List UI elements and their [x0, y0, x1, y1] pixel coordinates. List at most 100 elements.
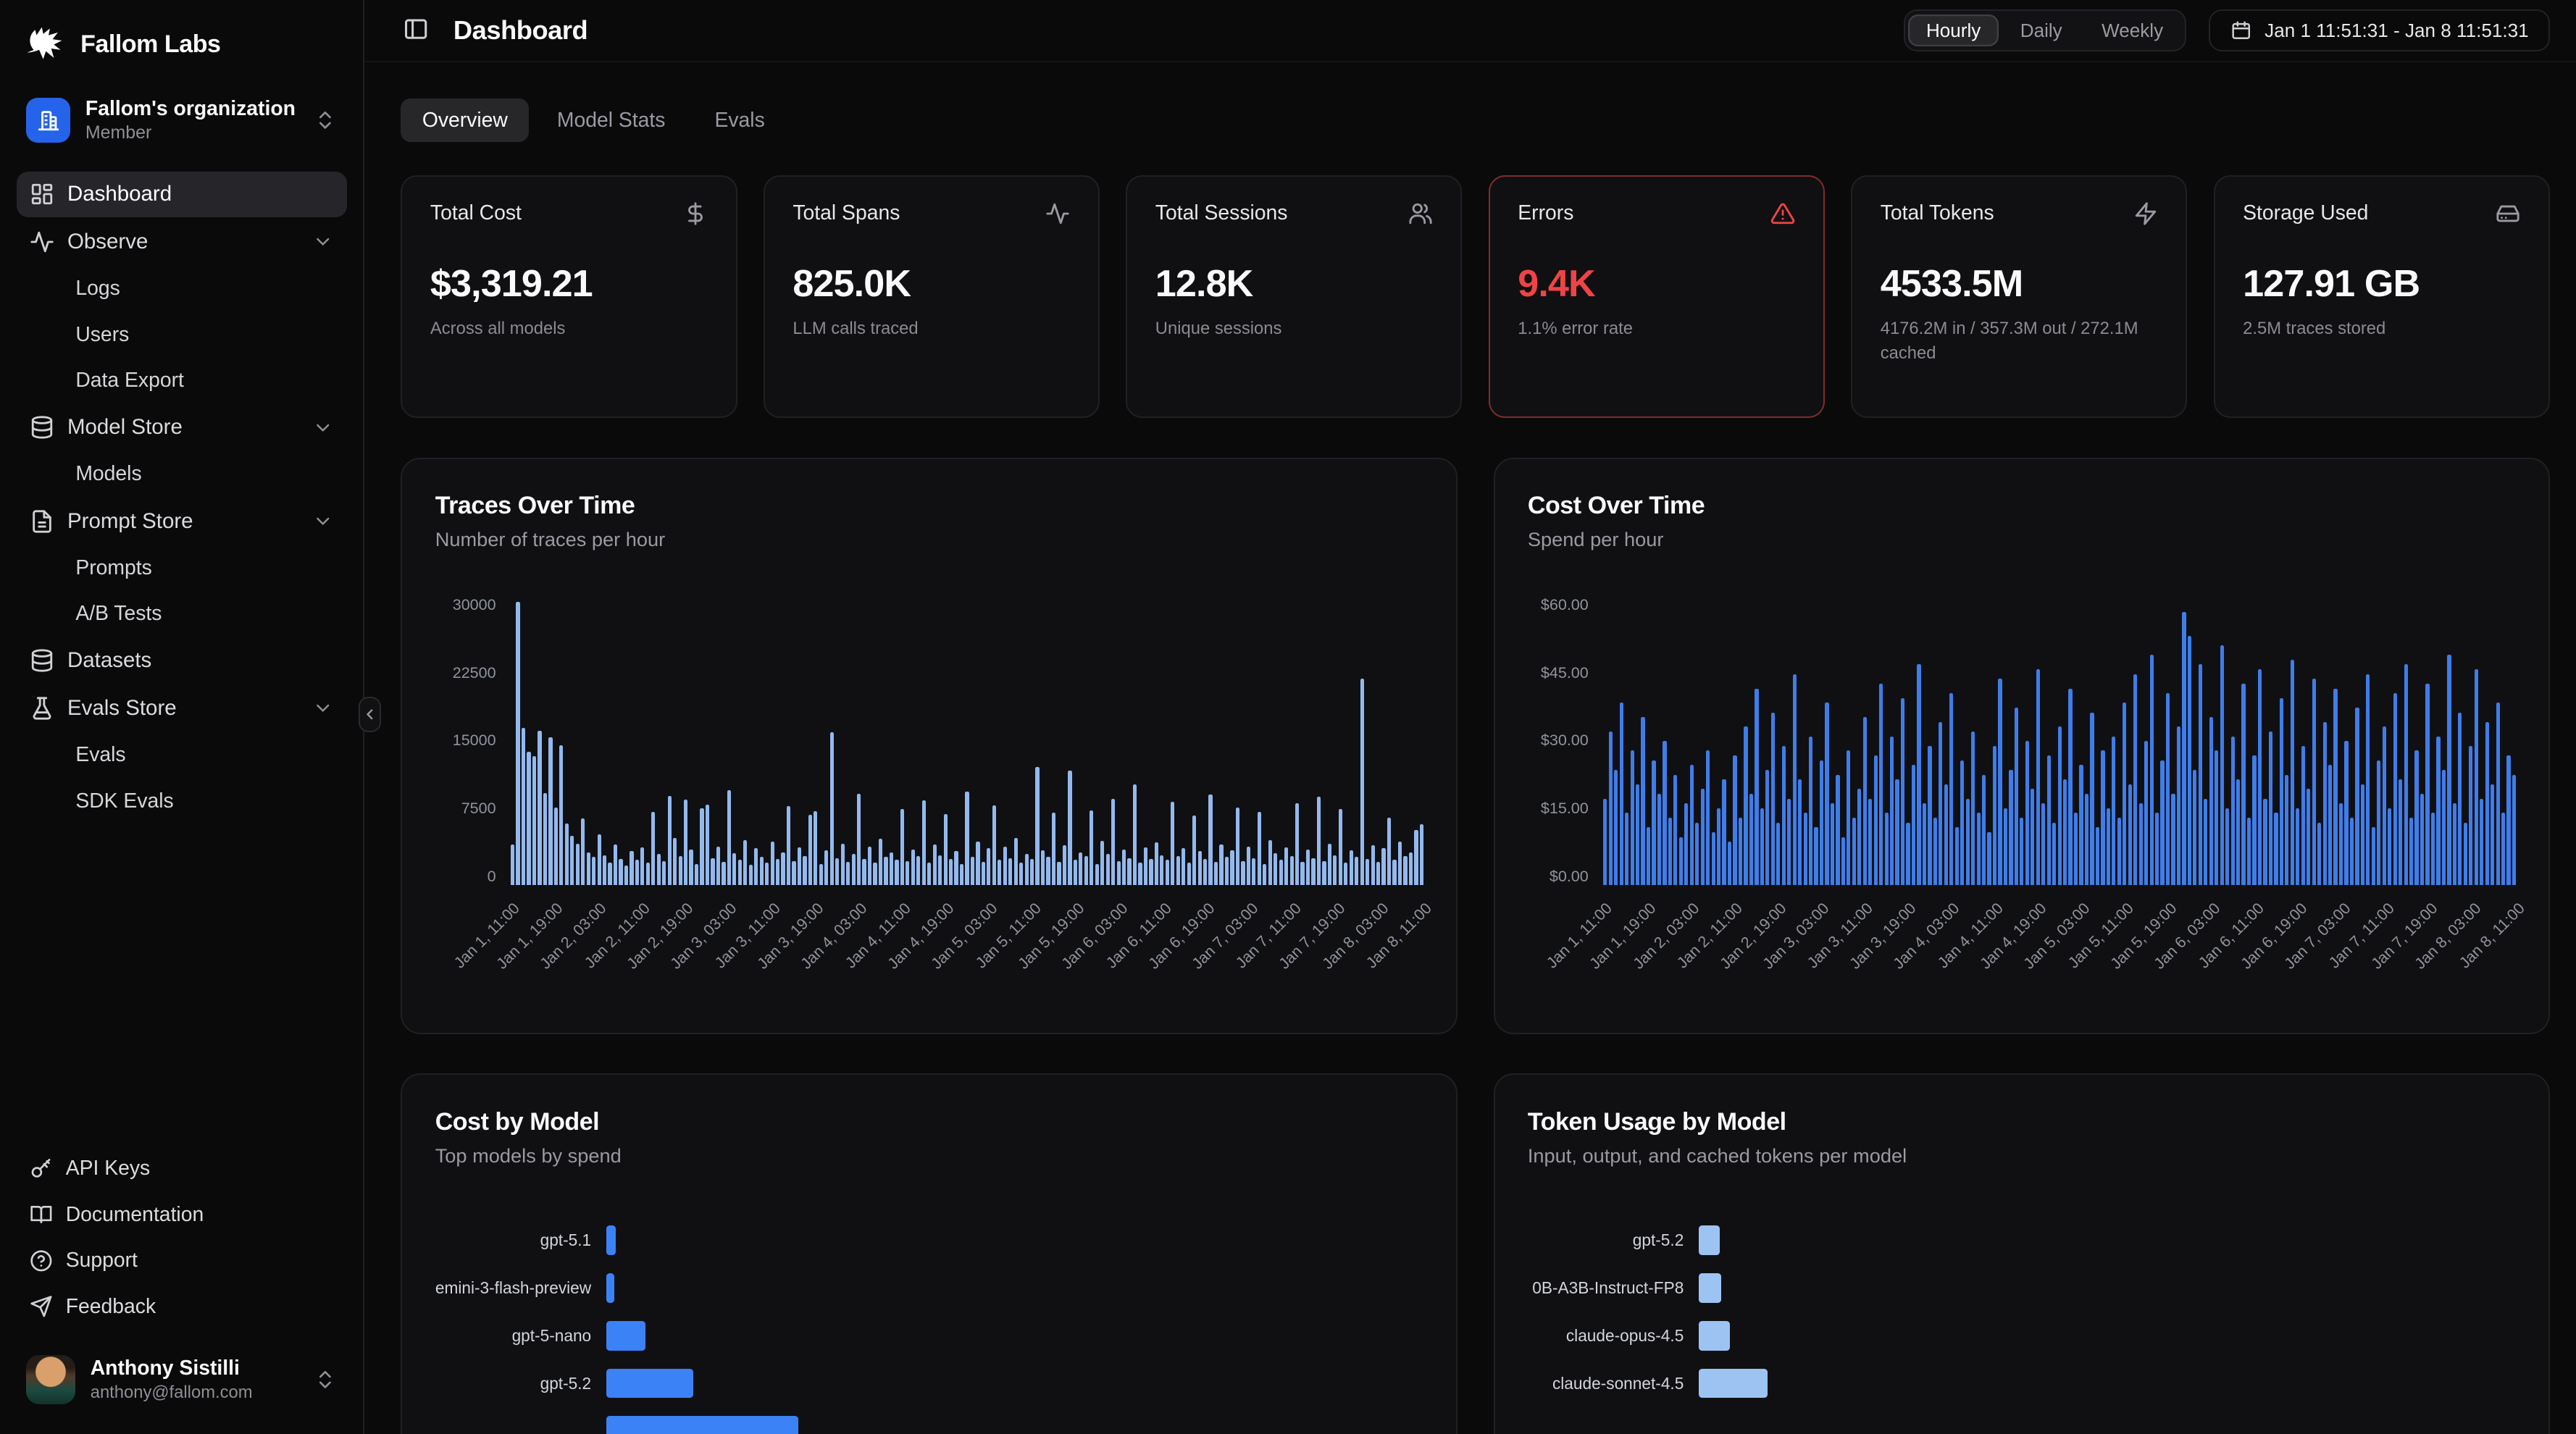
granularity-option-hourly[interactable]: Hourly — [1908, 14, 1999, 47]
bar — [749, 865, 753, 885]
granularity-option-weekly[interactable]: Weekly — [2083, 14, 2181, 47]
bar — [1939, 722, 1942, 885]
bar — [695, 864, 698, 885]
nav-subitem-label: Users — [75, 323, 129, 347]
sidebar-item-dashboard[interactable]: Dashboard — [17, 172, 347, 218]
chevron-down-icon — [312, 231, 333, 252]
sidebar-link-documentation[interactable]: Documentation — [17, 1193, 347, 1237]
sidebar-collapse-button[interactable] — [359, 697, 382, 733]
bar — [1214, 862, 1218, 885]
bar — [1333, 855, 1337, 885]
bar — [1739, 818, 1742, 885]
nav-subitem-label: Evals — [75, 743, 125, 767]
org-switcher[interactable]: Fallom's organization Member — [17, 85, 347, 155]
bar — [635, 860, 639, 884]
bar — [1111, 799, 1115, 885]
sidebar-subitem-a-b-tests[interactable]: A/B Tests — [17, 592, 347, 636]
chevron-down-icon — [312, 417, 333, 438]
tab-evals[interactable]: Evals — [693, 98, 786, 142]
model-label: gpt-5.1 — [435, 1230, 606, 1250]
bar — [559, 745, 563, 885]
bar — [1793, 674, 1797, 885]
sidebar-subitem-users[interactable]: Users — [17, 313, 347, 357]
y-axis-tick: 0 — [488, 869, 496, 885]
bar — [1182, 848, 1185, 884]
sidebar: Fallom Labs Fallom's organization Member… — [0, 0, 364, 1434]
bar — [830, 732, 834, 884]
tab-overview[interactable]: Overview — [401, 98, 529, 142]
sidebar-subitem-models[interactable]: Models — [17, 452, 347, 496]
stat-value: $3,319.21 — [430, 262, 708, 306]
bar — [1144, 847, 1147, 885]
bar — [803, 856, 806, 885]
sidebar-item-datasets[interactable]: Datasets — [17, 638, 347, 684]
sidebar-item-model-store[interactable]: Model Store — [17, 405, 347, 451]
bar — [630, 851, 633, 884]
bar — [927, 863, 931, 884]
bar — [781, 852, 785, 885]
calendar-icon — [2230, 20, 2251, 41]
bar — [1252, 858, 1255, 885]
bar — [1890, 737, 1894, 885]
model-bar — [1699, 1273, 1722, 1303]
bar — [2133, 674, 2137, 885]
sidebar-subitem-sdk-evals[interactable]: SDK Evals — [17, 779, 347, 823]
bar — [2117, 818, 2121, 885]
bar — [2215, 750, 2218, 884]
bar — [2166, 693, 2170, 885]
date-range-button[interactable]: Jan 1 11:51:31 - Jan 8 11:51:31 — [2209, 9, 2549, 51]
fallom-dragon-logo-icon — [23, 23, 66, 66]
sidebar-item-observe[interactable]: Observe — [17, 219, 347, 265]
sidebar-subitem-logs[interactable]: Logs — [17, 267, 347, 311]
y-axis: 30000225001500075000 — [435, 598, 511, 885]
page-title: Dashboard — [453, 15, 587, 46]
bar — [1868, 799, 1872, 885]
bar — [835, 858, 839, 885]
chart-subtitle: Input, output, and cached tokens per mod… — [1528, 1144, 2516, 1167]
bar — [2366, 674, 2370, 885]
bar — [1025, 854, 1029, 884]
bar — [2204, 799, 2207, 885]
bar — [662, 861, 666, 885]
bar — [976, 842, 979, 885]
sidebar-link-api-keys[interactable]: API Keys — [17, 1146, 347, 1191]
granularity-option-daily[interactable]: Daily — [2002, 14, 2081, 47]
user-menu[interactable]: Anthony Sistilli anthony@fallom.com — [17, 1345, 347, 1414]
bar — [2123, 703, 2126, 884]
sidebar-link-support[interactable]: Support — [17, 1238, 347, 1283]
sidebar-link-feedback[interactable]: Feedback — [17, 1285, 347, 1329]
bar — [711, 858, 714, 885]
bar — [1641, 717, 1644, 884]
bar — [2177, 726, 2180, 884]
org-name: Fallom's organization — [85, 97, 299, 121]
nav-item-label: Evals Store — [67, 696, 177, 721]
bar — [1057, 862, 1061, 885]
bar — [1879, 684, 1883, 885]
nav-subitem-label: SDK Evals — [75, 789, 173, 813]
cost-by-model-card: Cost by Model Top models by spend gpt-5.… — [401, 1073, 1457, 1434]
stat-label: Total Tokens — [1881, 201, 1994, 225]
bar — [787, 806, 790, 884]
model-row: claude-sonnet-4.5 — [1528, 1359, 2516, 1407]
sidebar-link-label: API Keys — [66, 1157, 151, 1181]
tab-model-stats[interactable]: Model Stats — [535, 98, 687, 142]
bar — [1809, 737, 1812, 885]
sidebar-item-prompt-store[interactable]: Prompt Store — [17, 498, 347, 545]
bar — [1771, 713, 1775, 885]
bar — [1381, 848, 1385, 884]
panel-left-icon — [403, 16, 429, 42]
bar — [2399, 779, 2402, 885]
sidebar-toggle-button[interactable] — [401, 16, 430, 46]
bar — [1912, 765, 1915, 884]
bar — [873, 863, 877, 884]
bar — [900, 809, 904, 884]
bar — [2339, 803, 2343, 884]
sidebar-subitem-prompts[interactable]: Prompts — [17, 546, 347, 590]
bar — [1414, 830, 1418, 884]
sidebar-item-evals-store[interactable]: Evals Store — [17, 685, 347, 731]
sidebar-subitem-evals[interactable]: Evals — [17, 733, 347, 777]
sidebar-subitem-data-export[interactable]: Data Export — [17, 358, 347, 403]
nav-subitem-label: Prompts — [75, 556, 151, 580]
bar — [2469, 746, 2472, 885]
bar — [2464, 823, 2467, 885]
